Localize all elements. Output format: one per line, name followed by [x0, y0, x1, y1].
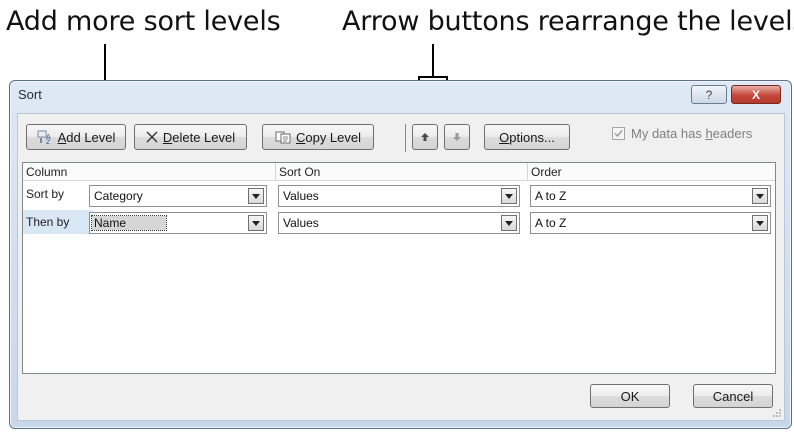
- add-level-icon: A Z: [37, 130, 53, 144]
- options-button[interactable]: Options...: [484, 124, 570, 150]
- sort-on-select-row2[interactable]: Values: [278, 212, 520, 234]
- checkmark-icon: [614, 130, 623, 138]
- sort-on-select-row1[interactable]: Values: [278, 185, 520, 207]
- delete-level-label: Delete Level: [162, 129, 236, 145]
- column-header-order: Order: [528, 163, 775, 181]
- copy-level-button[interactable]: Copy Level: [262, 124, 374, 150]
- leader-line-arrows-stem: [432, 44, 434, 77]
- callout-add-levels: Add more sort levels: [6, 6, 281, 37]
- add-level-label: Add Level: [57, 129, 116, 145]
- dialog-body: A Z Add Level Delete Level Copy Level Op…: [17, 113, 785, 421]
- order-select-row2[interactable]: A to Z: [530, 212, 771, 234]
- dropdown-arrow-icon[interactable]: [752, 188, 768, 204]
- delete-level-button[interactable]: Delete Level: [134, 124, 247, 150]
- headers-checkbox[interactable]: [612, 127, 625, 140]
- dropdown-arrow-icon[interactable]: [248, 215, 264, 231]
- copy-icon: [275, 131, 291, 144]
- column-select-row1[interactable]: Category: [89, 185, 267, 207]
- dropdown-arrow-icon[interactable]: [248, 188, 264, 204]
- help-button[interactable]: ?: [691, 85, 727, 104]
- dialog-title: Sort: [18, 87, 42, 102]
- move-down-button[interactable]: [444, 124, 470, 150]
- callout-arrow-buttons: Arrow buttons rearrange the levels: [342, 6, 794, 37]
- close-icon: X: [751, 87, 760, 102]
- headers-checkbox-row[interactable]: My data has headers: [612, 126, 752, 141]
- leader-bracket-top: [418, 76, 448, 78]
- resize-grip-icon[interactable]: [772, 408, 782, 418]
- svg-text:Z: Z: [46, 139, 50, 144]
- cancel-button[interactable]: Cancel: [693, 384, 773, 408]
- order-select-row1[interactable]: A to Z: [530, 185, 771, 207]
- dropdown-arrow-icon[interactable]: [752, 215, 768, 231]
- column-select-row2[interactable]: Name: [89, 212, 267, 234]
- help-icon: ?: [705, 87, 713, 102]
- sort-levels-grid: Column Sort On Order Sort by Category Va…: [22, 162, 776, 374]
- options-label: Options...: [499, 129, 555, 145]
- delete-x-icon: [146, 131, 158, 143]
- column-header-column: Column: [23, 163, 276, 181]
- add-level-button[interactable]: A Z Add Level: [26, 124, 126, 150]
- toolbar-separator: [405, 124, 406, 152]
- ok-button[interactable]: OK: [590, 384, 670, 408]
- move-up-arrow-icon: [420, 132, 430, 142]
- row-label-sort-by: Sort by: [26, 187, 65, 201]
- move-down-arrow-icon: [452, 132, 462, 142]
- column-header-sort-on: Sort On: [276, 163, 528, 181]
- close-button[interactable]: X: [731, 85, 781, 104]
- sort-dialog: Sort ? X A Z Add Level Delete Level Copy…: [9, 80, 792, 429]
- copy-level-label: Copy Level: [295, 129, 362, 145]
- headers-checkbox-label: My data has headers: [631, 126, 753, 141]
- row-label-then-by: Then by: [26, 215, 70, 229]
- move-up-button[interactable]: [412, 124, 438, 150]
- dropdown-arrow-icon[interactable]: [501, 215, 517, 231]
- dropdown-arrow-icon[interactable]: [501, 188, 517, 204]
